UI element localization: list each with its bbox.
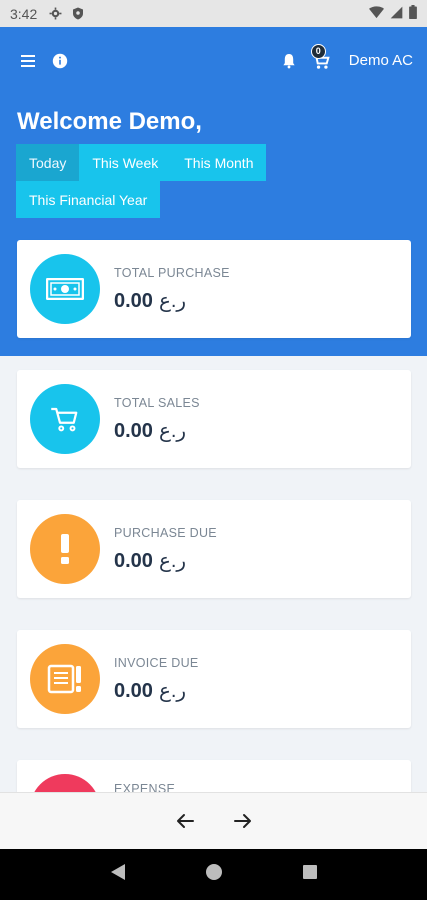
card-currency: ر.ع	[158, 419, 187, 442]
exclamation-icon	[61, 534, 69, 564]
card-amount: 0.00	[114, 679, 153, 702]
settings-icon	[49, 7, 62, 20]
bottom-navigation	[0, 792, 427, 849]
welcome-heading: Welcome Demo,	[17, 108, 202, 135]
cart-icon	[51, 407, 78, 432]
cart-button[interactable]: 0	[307, 43, 335, 75]
card-icon-circle	[30, 254, 100, 324]
forward-arrow-icon[interactable]	[232, 810, 254, 832]
invoice-due-card[interactable]: INVOICE DUE 0.00 ر.ع	[17, 630, 411, 728]
system-navigation-bar	[0, 849, 427, 900]
system-recents-icon[interactable]	[302, 864, 318, 885]
card-label: PURCHASE DUE	[114, 525, 217, 540]
filter-this-month[interactable]: This Month	[171, 144, 267, 181]
battery-icon	[409, 5, 417, 22]
info-icon[interactable]	[46, 47, 74, 75]
card-amount: 0.00	[114, 419, 153, 442]
total-sales-card[interactable]: TOTAL SALES 0.00 ر.ع	[17, 370, 411, 468]
card-label: TOTAL PURCHASE	[114, 265, 230, 280]
bell-icon[interactable]	[275, 47, 303, 75]
filter-this-week[interactable]: This Week	[79, 144, 172, 181]
menu-icon[interactable]	[14, 47, 42, 75]
wifi-icon	[369, 5, 384, 22]
invoice-alert-icon	[47, 664, 81, 694]
filter-today[interactable]: Today	[16, 144, 80, 181]
card-currency: ر.ع	[158, 679, 187, 702]
status-time: 3:42	[10, 5, 38, 22]
app-bar: 0 Demo AC	[0, 27, 427, 94]
card-amount: 0.00	[114, 549, 153, 572]
card-currency: ر.ع	[158, 549, 187, 572]
card-label: INVOICE DUE	[114, 655, 199, 670]
card-label: TOTAL SALES	[114, 395, 200, 410]
system-home-icon[interactable]	[205, 863, 223, 886]
shield-icon	[72, 7, 84, 20]
card-icon-circle	[30, 644, 100, 714]
card-icon-circle	[30, 384, 100, 454]
period-filters: Today This Week This Month This Financia…	[16, 144, 316, 218]
account-name[interactable]: Demo AC	[349, 52, 413, 69]
back-arrow-icon[interactable]	[174, 810, 196, 832]
system-back-icon[interactable]	[110, 863, 126, 886]
cart-count-badge: 0	[310, 43, 326, 59]
card-icon-circle	[30, 514, 100, 584]
card-currency: ر.ع	[158, 289, 187, 312]
card-amount: 0.00	[114, 289, 153, 312]
status-bar: 3:42	[0, 0, 427, 27]
money-icon	[46, 278, 84, 300]
filter-this-financial-year[interactable]: This Financial Year	[16, 181, 161, 218]
total-purchase-card[interactable]: TOTAL PURCHASE 0.00 ر.ع	[17, 240, 411, 338]
signal-icon	[390, 6, 403, 22]
purchase-due-card[interactable]: PURCHASE DUE 0.00 ر.ع	[17, 500, 411, 598]
